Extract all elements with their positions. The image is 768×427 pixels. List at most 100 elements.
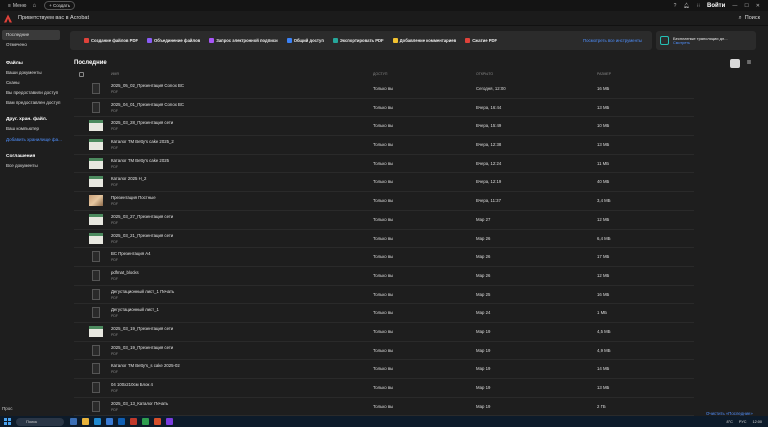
sidebar-item-shared-by-you[interactable]: Вы предоставили доступ: [0, 88, 64, 98]
tool-button[interactable]: Сжатие PDF: [465, 38, 497, 43]
column-header-size[interactable]: РАЗМЕР: [597, 72, 611, 76]
acrobat-taskbar-icon[interactable]: [130, 418, 137, 425]
sidebar-item-your-documents[interactable]: Ваши документы: [0, 68, 64, 78]
table-row[interactable]: Презентация Постные PDF Только вы Вчера, 11…: [74, 192, 694, 211]
menu-button[interactable]: ≡ Меню: [8, 3, 26, 9]
table-row[interactable]: pdfmat_blocks PDF Только вы Мар 26 12 МБ: [74, 267, 694, 286]
column-header-access[interactable]: ДОСТУП: [373, 72, 387, 76]
table-row[interactable]: 2025_03_21_Презентация сети PDF Только вы М…: [74, 230, 694, 249]
file-opened: Мар 19: [476, 403, 491, 409]
sidebar-item-starred[interactable]: Отмечено: [0, 40, 64, 50]
file-name: Дегустационный лист_1 Печать: [111, 288, 175, 294]
table-row[interactable]: 2025_05_02_Презентация Conox BC PDF Только…: [74, 80, 694, 99]
powerpoint-icon[interactable]: [154, 418, 161, 425]
file-type: PDF: [111, 239, 118, 244]
notifications-icon[interactable]: 🔔︎: [683, 3, 689, 9]
close-icon[interactable]: ✕: [756, 3, 760, 9]
help-icon[interactable]: ?: [674, 3, 677, 9]
tool-button[interactable]: Общий доступ: [286, 38, 324, 43]
windows-start-icon[interactable]: [4, 418, 11, 425]
sidebar-item-recent[interactable]: Последние: [2, 30, 60, 40]
file-opened: Мар 19: [476, 328, 491, 334]
sidebar-item-scans[interactable]: Сканы: [0, 78, 64, 88]
table-row[interactable]: 2025_03_19_Презентация сети PDF Только вы М…: [74, 323, 694, 342]
select-all-checkbox[interactable]: [79, 72, 84, 77]
sidebar-item-shared-with-you[interactable]: Вам предоставлен доступ: [0, 98, 64, 108]
file-explorer-icon[interactable]: [82, 418, 89, 425]
minimize-icon[interactable]: —: [732, 3, 737, 9]
file-type: PDF: [111, 407, 118, 412]
table-row[interactable]: 2025_03_27_Презентация сети PDF Только вы М…: [74, 211, 694, 230]
sidebar: Последние Отмечено Файлы Ваши документы …: [0, 26, 64, 416]
task-view-icon[interactable]: [70, 418, 77, 425]
file-access: Только вы: [373, 160, 394, 166]
maximize-icon[interactable]: ☐: [744, 3, 748, 9]
tool-label: Сжатие PDF: [472, 38, 498, 43]
home-icon[interactable]: ⌂: [32, 3, 36, 9]
language-indicator[interactable]: РУС: [739, 420, 747, 424]
apps-icon[interactable]: ⁝⁝: [697, 3, 700, 9]
promo-card[interactable]: Бесплатные трансляции дл... Смотреть: [656, 31, 756, 50]
file-type: PDF: [111, 258, 118, 263]
table-row[interactable]: 2025_04_01_Презентация Conox BC PDF Только…: [74, 99, 694, 118]
add-storage-link[interactable]: Добавить хранилище фа...: [0, 134, 64, 145]
file-size: 4,5 МБ: [597, 328, 611, 334]
table-row[interactable]: 04 100х210см Блок 4 PDF Только вы Мар 19 13 …: [74, 379, 694, 398]
signin-button[interactable]: Войти: [707, 3, 725, 9]
tool-button[interactable]: Запрос электронной подписи: [209, 38, 278, 43]
column-header-name[interactable]: ИМЯ: [111, 72, 119, 76]
table-row[interactable]: 2025_03_13_Каталог Печать PDF Только вы Мар…: [74, 398, 694, 417]
file-thumbnail-icon: [92, 288, 100, 300]
table-row[interactable]: Каталог ТМ Betty's cake 2025_2 PDF Только …: [74, 136, 694, 155]
list-view-icon[interactable]: [730, 59, 740, 68]
table-row[interactable]: Каталог 2025 H_2 PDF Только вы Вчера, 12:19…: [74, 173, 694, 193]
table-row[interactable]: Дегустационный лист_1 Печать PDF Только вы…: [74, 286, 694, 305]
file-access: Только вы: [373, 272, 394, 278]
taskbar-apps: [70, 418, 173, 425]
file-opened: Сегодня, 12:00: [476, 86, 506, 91]
sidebar-item-your-computer[interactable]: Ваш компьютер: [0, 124, 64, 134]
promo-link[interactable]: Смотреть: [673, 41, 728, 45]
file-name: 2025_03_27_Презентация сети: [111, 213, 174, 219]
grid-view-icon[interactable]: ≣: [744, 59, 754, 68]
see-all-tools-link[interactable]: Посмотреть все инструменты: [583, 38, 642, 43]
excel-icon[interactable]: [142, 418, 149, 425]
app-bar: Приветствуем вас в Acrobat ⌕ Поиск: [0, 11, 768, 26]
table-row[interactable]: BC Презентация А4 PDF Только вы Мар 26 17 МБ: [74, 248, 694, 267]
taskbar-search[interactable]: Поиск: [16, 417, 64, 426]
table-row[interactable]: Каталог ТМ Betty's_s cake 2025-02 PDF Толь…: [74, 360, 694, 379]
create-button[interactable]: + Создать: [44, 1, 76, 10]
tool-button[interactable]: Экспортировать PDF: [332, 38, 384, 43]
file-access: Только вы: [373, 310, 394, 316]
app-icon[interactable]: [166, 418, 173, 425]
file-name: BC Презентация А4: [111, 251, 151, 257]
file-type: PDF: [111, 202, 118, 207]
table-row[interactable]: 2025_03_19_Презентация сети PDF Только вы М…: [74, 342, 694, 361]
welcome-title: Приветствуем вас в Acrobat: [18, 15, 90, 21]
table-row[interactable]: Дегустационный лист_1 PDF Только вы Мар 24 1…: [74, 304, 694, 323]
search-button[interactable]: ⌕ Поиск: [739, 15, 760, 22]
weather-text[interactable]: 8°C: [727, 420, 733, 424]
file-type: PDF: [111, 108, 118, 113]
tool-button[interactable]: Добавление комментариев: [392, 38, 456, 43]
tool-button[interactable]: Объединение файлов: [147, 38, 200, 43]
clock[interactable]: 12:00: [752, 420, 762, 424]
tool-label: Создание файлов PDF: [91, 38, 139, 43]
sidebar-footer: Прос: [2, 406, 13, 411]
title-bar: ≡ Меню ⌂ + Создать ? 🔔︎ ⁝⁝ Войти — ☐ ✕: [0, 0, 768, 11]
table-row[interactable]: Каталог ТМ Betty's cake 2025 PDF Только вы…: [74, 155, 694, 174]
file-size: 17 МБ: [597, 254, 610, 260]
tool-button[interactable]: Создание файлов PDF: [84, 38, 138, 43]
file-name: pdfmat_blocks: [111, 269, 139, 275]
mail-icon[interactable]: [106, 418, 113, 425]
table-header: ИМЯ ДОСТУП ОТКРЫТО РАЗМЕР: [74, 71, 694, 79]
sidebar-item-all-documents[interactable]: Все документы: [0, 161, 64, 171]
file-type: PDF: [111, 332, 118, 337]
table-row[interactable]: 2025_03_28_Презентация сети PDF Только вы В…: [74, 117, 694, 137]
file-type: PDF: [111, 295, 118, 300]
tool-icon: [209, 38, 215, 43]
edge-icon[interactable]: [94, 418, 101, 425]
word-icon[interactable]: [118, 418, 125, 425]
column-header-opened[interactable]: ОТКРЫТО: [476, 72, 493, 76]
file-name: Каталог ТМ Betty's cake 2025: [111, 157, 169, 163]
